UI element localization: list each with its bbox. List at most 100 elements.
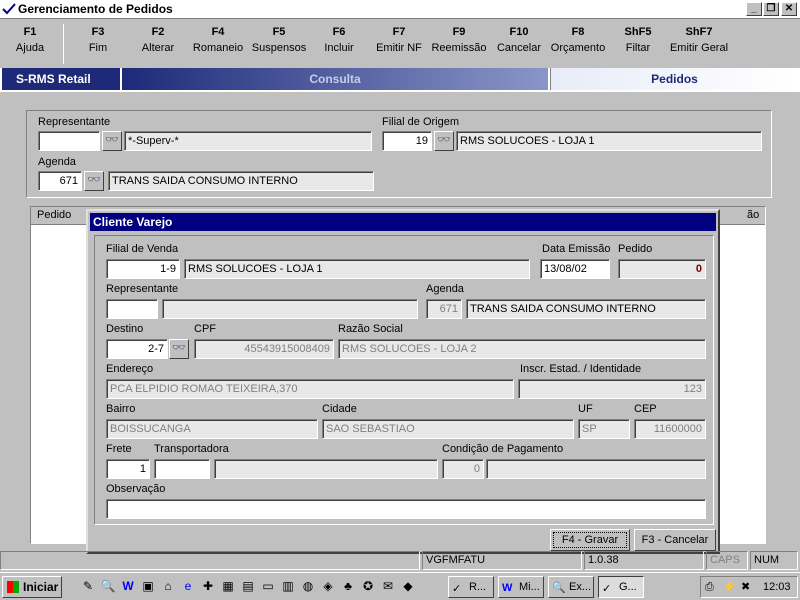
task-button-gerenciamento[interactable]: ✓ G... [598, 576, 644, 598]
agenda-name-field: TRANS SAIDA CONSUMO INTERNO [108, 171, 374, 191]
frete-label: Frete [106, 443, 132, 455]
destino-code-input[interactable]: 2-7 [106, 339, 168, 359]
pedido-number-field: 0 [618, 259, 706, 279]
observacao-label: Observação [106, 483, 166, 495]
restore-button[interactable]: ❐ [763, 2, 779, 16]
task-label: Mi... [519, 581, 540, 593]
quicklaunch-notepad-icon[interactable]: ✎ [80, 578, 96, 594]
quicklaunch-tool2-icon[interactable]: ✪ [360, 578, 376, 594]
status-message [0, 551, 420, 570]
representante-code-input[interactable] [106, 299, 158, 319]
quicklaunch-search-icon[interactable]: 🔍 [100, 578, 116, 594]
quicklaunch-paint-icon[interactable]: ♣ [340, 578, 356, 594]
quicklaunch-app-icon[interactable]: ⌂ [160, 578, 176, 594]
fkey-incluir[interactable]: F6 Incluir [318, 26, 360, 54]
speaker-icon[interactable]: ✖ [741, 577, 750, 597]
uf-label: UF [578, 403, 593, 415]
gerenciamento-task-icon: ✓ [602, 583, 612, 595]
representante-search-button[interactable]: 👓 [102, 131, 122, 151]
network-icon[interactable]: ⚡ [723, 577, 737, 597]
quicklaunch-calc-icon[interactable]: ▥ [280, 578, 296, 594]
representante-label: Representante [38, 116, 111, 128]
clock[interactable]: 12:03 [763, 577, 791, 597]
transportadora-code-input[interactable] [154, 459, 210, 479]
quicklaunch-grid-icon[interactable]: ▦ [220, 578, 236, 594]
filial-origem-name-field: RMS SOLUCOES - LOJA 1 [456, 131, 762, 151]
transportadora-label: Transportadora [154, 443, 229, 455]
agenda-name-field: TRANS SAIDA CONSUMO INTERNO [466, 299, 706, 319]
rms-task-icon: ✓ [452, 583, 462, 595]
status-bar: VGFMFATU 1.0.38 CAPS NUM [0, 551, 800, 571]
observacao-input[interactable] [106, 499, 706, 519]
agenda-search-button[interactable]: 👓 [84, 171, 104, 191]
agenda-label: Agenda [38, 156, 76, 168]
inscricao-field: 123 [518, 379, 706, 399]
cidade-field: SAO SEBASTIAO [322, 419, 574, 439]
task-button-rms[interactable]: ✓ R... [448, 576, 494, 598]
quicklaunch-mail-icon[interactable]: ✉ [380, 578, 396, 594]
quicklaunch-ie-icon[interactable]: e [180, 578, 196, 594]
status-caps: CAPS [706, 551, 748, 570]
fkey-ajuda[interactable]: F1 Ajuda [8, 26, 52, 54]
fkey-suspensos[interactable]: F5 Suspensos [250, 26, 308, 54]
quicklaunch-rms-icon[interactable]: ◆ [400, 578, 416, 594]
status-program: VGFMFATU [422, 551, 582, 570]
data-emissao-input[interactable]: 13/08/02 [540, 259, 610, 279]
representante-code-input[interactable] [38, 131, 100, 151]
filial-origem-search-button[interactable]: 👓 [434, 131, 454, 151]
inscricao-label: Inscr. Estad. / Identidade [520, 363, 642, 375]
fkey-filtar[interactable]: ShF5 Filtar [615, 26, 661, 54]
app-icon [2, 3, 16, 15]
cancelar-button[interactable]: F3 - Cancelar [634, 529, 716, 551]
banner-screen: Pedidos [550, 68, 798, 90]
status-num: NUM [750, 551, 798, 570]
condicao-pagamento-label: Condição de Pagamento [442, 443, 564, 455]
quicklaunch-monitor-icon[interactable]: ▭ [260, 578, 276, 594]
endereco-field: PCA ELPIDIO ROMAO TEIXEIRA,370 [106, 379, 514, 399]
grid-col-pedido[interactable]: Pedido [37, 209, 71, 221]
gravar-button[interactable]: F4 - Gravar [550, 529, 630, 551]
quicklaunch-db-icon[interactable]: ◈ [320, 578, 336, 594]
windows-logo-icon [7, 581, 19, 593]
representante-label: Representante [106, 283, 179, 295]
quicklaunch-folder-icon[interactable]: ▣ [140, 578, 156, 594]
filial-venda-code-input[interactable]: 1-9 [106, 259, 180, 279]
start-button[interactable]: Iniciar [2, 576, 62, 598]
function-key-toolbar: F1 Ajuda F3 Fim F2 Alterar F4 Romaneio F5 Sus… [0, 20, 800, 66]
filial-origem-code-input[interactable]: 19 [382, 131, 432, 151]
data-emissao-label: Data Emissão [542, 243, 611, 255]
quicklaunch-word-icon[interactable]: W [120, 578, 136, 594]
task-label: R... [469, 581, 487, 593]
fkey-alterar[interactable]: F2 Alterar [135, 26, 181, 54]
fkey-orcamento[interactable]: F8 Orçamento [549, 26, 607, 54]
module-banner: S-RMS Retail Consulta Pedidos [0, 68, 800, 92]
window-title: Gerenciamento de Pedidos [18, 2, 173, 16]
printer-icon[interactable]: ⎙ [705, 577, 714, 597]
destino-search-button[interactable]: 👓 [169, 339, 189, 359]
fkey-emitir-nf[interactable]: F7 Emitir NF [373, 26, 425, 54]
close-button[interactable]: ✕ [781, 2, 797, 16]
fkey-reemissao[interactable]: F9 Reemissão [430, 26, 488, 54]
condicao-pagamento-name [486, 459, 706, 479]
quicklaunch-plus-icon[interactable]: ✚ [200, 578, 216, 594]
minimize-button[interactable]: _ [746, 2, 762, 16]
cidade-label: Cidade [322, 403, 357, 415]
agenda-label: Agenda [426, 283, 464, 295]
task-button-word[interactable]: W Mi... [498, 576, 544, 598]
filial-venda-label: Filial de Venda [106, 243, 179, 255]
fkey-fim[interactable]: F3 Fim [76, 26, 120, 54]
filial-origem-label: Filial de Origem [382, 116, 460, 128]
frete-input[interactable]: 1 [106, 459, 150, 479]
fkey-emitir-geral[interactable]: ShF7 Emitir Geral [668, 26, 730, 54]
task-button-explorer[interactable]: 🔍 Ex... [548, 576, 594, 598]
quicklaunch-tools-icon[interactable]: ▤ [240, 578, 256, 594]
agenda-code-input[interactable]: 671 [38, 171, 82, 191]
binoculars-icon: 👓 [87, 174, 101, 186]
fkey-cancelar[interactable]: F10 Cancelar [494, 26, 544, 54]
quicklaunch-disk-icon[interactable]: ◍ [300, 578, 316, 594]
razao-social-label: Razão Social [338, 323, 403, 335]
fkey-romaneio[interactable]: F4 Romaneio [190, 26, 246, 54]
transportadora-name-field [214, 459, 438, 479]
grid-col-situacao[interactable]: ão [747, 209, 759, 221]
word-task-icon: W [502, 582, 513, 594]
